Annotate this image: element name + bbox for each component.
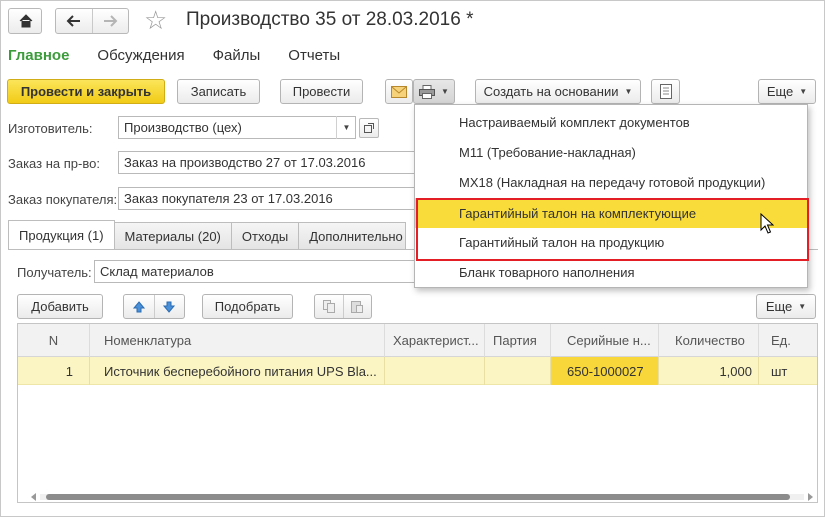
tabs: Продукция (1) Материалы (20) Отходы Допо…: [8, 220, 407, 249]
open-window-icon: [364, 123, 374, 133]
tab-waste[interactable]: Отходы: [230, 222, 300, 249]
page-title: Производство 35 от 28.03.2016 *: [186, 9, 474, 30]
table-row[interactable]: 1 Источник бесперебойного питания UPS Bl…: [18, 357, 817, 385]
column-header[interactable]: Количество: [659, 324, 759, 357]
scroll-left-icon: [31, 493, 36, 501]
menu-item[interactable]: Бланк товарного наполнения: [415, 257, 807, 287]
more-label: Еще: [766, 84, 794, 99]
section-reports[interactable]: Отчеты: [288, 47, 340, 64]
add-row-button[interactable]: Добавить: [17, 294, 103, 319]
menu-item[interactable]: Настраиваемый комплект документов: [415, 107, 807, 137]
row-nomenclature[interactable]: Источник бесперебойного питания UPS Bla.…: [90, 357, 385, 385]
save-button[interactable]: Записать: [177, 79, 260, 104]
tab-materials[interactable]: Материалы (20): [113, 222, 232, 249]
post-and-close-button[interactable]: Провести и закрыть: [7, 79, 165, 104]
row-characteristic[interactable]: [385, 357, 485, 385]
section-main[interactable]: Главное: [8, 47, 69, 64]
order-field[interactable]: Заказ на производство 27 от 17.03.2016: [118, 151, 414, 174]
row-serial-numbers[interactable]: 650-1000027: [551, 357, 659, 385]
forward-button[interactable]: [91, 9, 129, 33]
column-header[interactable]: Партия: [485, 324, 551, 357]
history-nav: [55, 8, 129, 34]
more-button[interactable]: Еще ▼: [758, 79, 816, 104]
back-button[interactable]: [56, 9, 92, 33]
sections-menu: Главное Обсуждения Файлы Отчеты: [8, 47, 368, 64]
customer-order-value: Заказ покупателя 23 от 17.03.2016: [124, 191, 333, 206]
arrow-right-icon: [104, 15, 118, 27]
menu-item[interactable]: МХ18 (Накладная на передачу готовой прод…: [415, 167, 807, 197]
horizontal-scrollbar[interactable]: [30, 493, 814, 501]
document-icon: [659, 84, 672, 99]
table-header: N Номенклатура Характерист... Партия Сер…: [18, 324, 817, 357]
home-button[interactable]: [8, 8, 42, 34]
column-header[interactable]: N: [18, 324, 90, 357]
recipient-label: Получатель:: [17, 265, 92, 280]
scroll-right-icon: [808, 493, 813, 501]
table-more-button[interactable]: Еще ▼: [756, 294, 816, 319]
chevron-down-icon: ▼: [624, 87, 633, 96]
paste-button[interactable]: [342, 295, 372, 318]
order-value: Заказ на производство 27 от 17.03.2016: [124, 155, 366, 170]
row-unit[interactable]: шт: [759, 357, 817, 385]
order-label: Заказ на пр-во:: [8, 156, 100, 171]
highlight-frame: [416, 198, 809, 261]
menu-item[interactable]: М11 (Требование-накладная): [415, 137, 807, 167]
chevron-down-icon: ▼: [441, 87, 449, 96]
copy-paste-buttons: [314, 294, 372, 319]
section-discussions[interactable]: Обсуждения: [97, 47, 184, 64]
tab-additional[interactable]: Дополнительно: [298, 222, 407, 249]
recipient-value: Склад материалов: [100, 264, 214, 279]
report-structure-button[interactable]: [651, 79, 680, 104]
printer-icon: [419, 84, 436, 99]
customer-order-field[interactable]: Заказ покупателя 23 от 17.03.2016: [118, 187, 414, 210]
maker-field[interactable]: Производство (цех): [118, 116, 356, 139]
move-buttons: [123, 294, 185, 319]
arrow-up-icon: [132, 300, 145, 312]
create-based-on-button[interactable]: Создать на основании ▼: [475, 79, 641, 104]
chevron-down-icon: ▼: [798, 302, 807, 311]
column-header[interactable]: Характерист...: [385, 324, 485, 357]
copy-icon: [322, 300, 335, 313]
envelope-icon: [391, 85, 407, 98]
row-quantity[interactable]: 1,000: [659, 357, 759, 385]
paste-icon: [351, 301, 364, 313]
move-down-button[interactable]: [153, 295, 185, 318]
maker-value: Производство (цех): [124, 120, 242, 135]
column-header[interactable]: Номенклатура: [90, 324, 385, 357]
move-up-button[interactable]: [124, 300, 154, 313]
column-header[interactable]: Серийные н...: [551, 324, 659, 357]
column-header[interactable]: Ед.: [759, 324, 817, 357]
tab-products[interactable]: Продукция (1): [8, 220, 115, 249]
maker-dropdown-button[interactable]: ▼: [336, 116, 356, 139]
row-number: 1: [18, 357, 90, 385]
create-based-on-label: Создать на основании: [483, 84, 619, 99]
customer-order-label: Заказ покупателя:: [8, 192, 118, 207]
favorite-star-icon[interactable]: ☆: [144, 6, 167, 34]
products-table[interactable]: N Номенклатура Характерист... Партия Сер…: [17, 323, 818, 503]
pick-button[interactable]: Подобрать: [202, 294, 293, 319]
recipient-field[interactable]: Склад материалов: [94, 260, 414, 283]
maker-label: Изготовитель:: [8, 121, 93, 136]
table-more-label: Еще: [765, 299, 793, 314]
mouse-cursor-icon: [760, 213, 774, 234]
arrow-left-icon: [66, 15, 80, 27]
section-files[interactable]: Файлы: [213, 47, 261, 64]
post-button[interactable]: Провести: [280, 79, 363, 104]
chevron-down-icon: ▼: [799, 87, 808, 96]
email-button[interactable]: [385, 79, 413, 104]
row-batch[interactable]: [485, 357, 551, 385]
chevron-down-icon: ▼: [342, 123, 351, 132]
maker-open-button[interactable]: [359, 118, 379, 138]
arrow-down-icon: [163, 301, 176, 313]
copy-button[interactable]: [315, 300, 343, 313]
home-icon: [19, 14, 33, 28]
scrollbar-thumb[interactable]: [46, 494, 790, 500]
print-button[interactable]: ▼: [413, 79, 455, 104]
